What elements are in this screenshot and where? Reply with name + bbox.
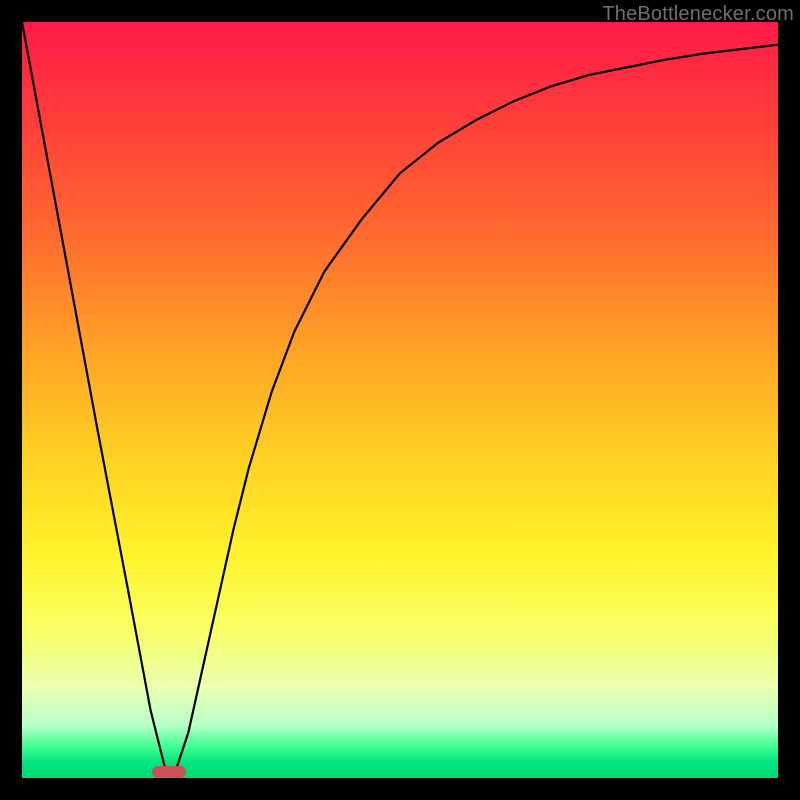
optimal-marker [152, 766, 186, 778]
bottleneck-curve [22, 22, 778, 778]
chart-frame: TheBottlenecker.com [0, 0, 800, 800]
watermark-text: TheBottlenecker.com [602, 3, 794, 26]
chart-plot-area [22, 22, 778, 778]
